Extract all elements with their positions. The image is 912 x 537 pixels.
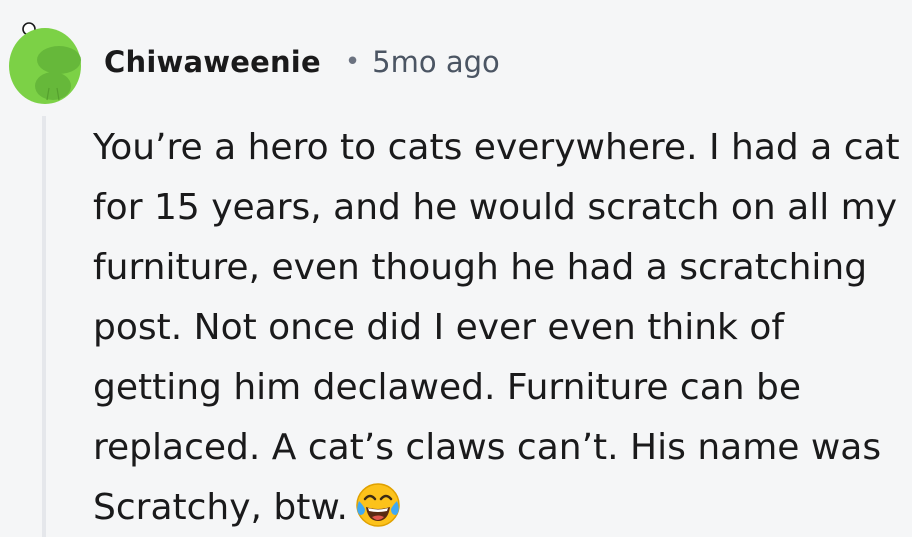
meta-separator: • xyxy=(344,47,361,77)
comment-line: post. Not once did I ever even think of xyxy=(93,307,785,348)
comment: Chiwaweenie • 5mo ago You’re a hero to c… xyxy=(0,0,912,537)
face-with-tears-of-joy-icon xyxy=(356,483,400,527)
avatar[interactable] xyxy=(9,12,81,104)
comment-last-line: Scratchy, btw. xyxy=(93,478,908,537)
comment-line: getting him declawed. Furniture can be xyxy=(93,367,802,408)
comment-body: You’re a hero to cats everywhere. I had … xyxy=(93,118,908,537)
thread-line[interactable] xyxy=(42,116,46,537)
comment-line: Scratchy, btw. xyxy=(93,487,348,528)
comment-line: furniture, even though he had a scratchi… xyxy=(93,247,868,288)
comment-meta: Chiwaweenie • 5mo ago xyxy=(104,40,500,84)
timestamp[interactable]: 5mo ago xyxy=(372,45,500,79)
author-name[interactable]: Chiwaweenie xyxy=(104,45,321,79)
comment-line: You’re a hero to cats everywhere. I had … xyxy=(93,127,900,168)
comment-line: replaced. A cat’s claws can’t. His name … xyxy=(93,427,882,468)
comment-line: for 15 years, and he would scratch on al… xyxy=(93,187,898,228)
reddit-snoo-avatar-icon xyxy=(9,22,81,104)
